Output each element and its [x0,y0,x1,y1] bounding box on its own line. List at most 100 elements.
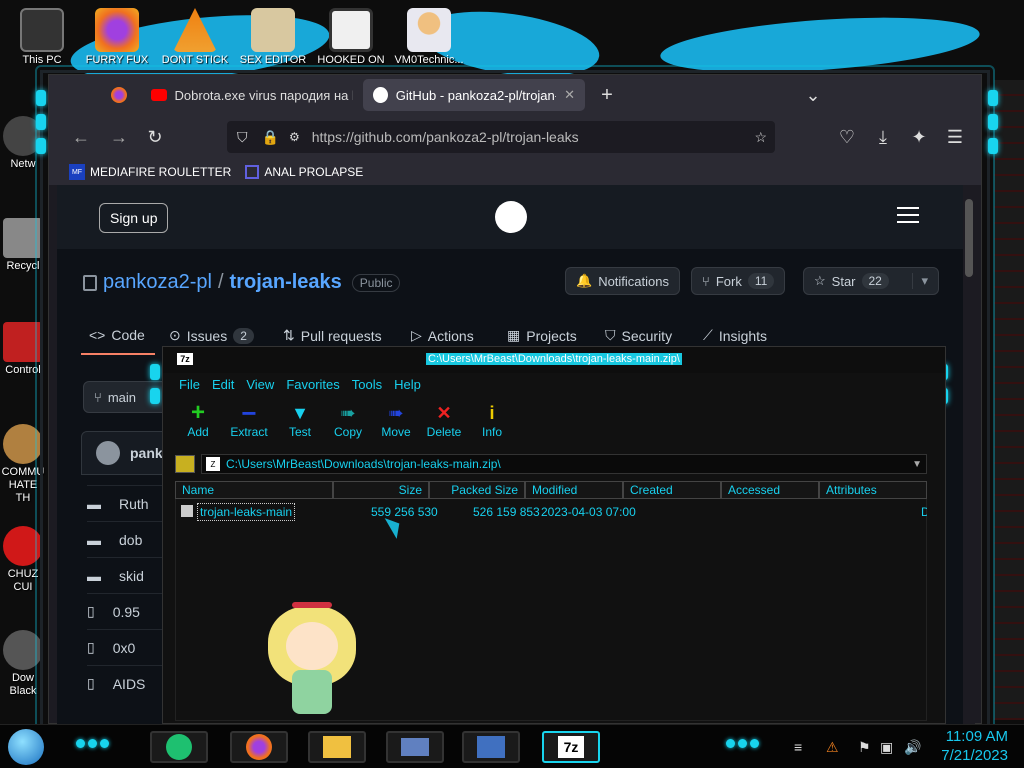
lock-icon[interactable]: 🔒 [262,129,279,146]
column-name[interactable]: Name [175,481,333,499]
menu-file[interactable]: File [179,377,200,397]
taskbar-app-control[interactable] [386,731,444,763]
desktop-icon-dont-stick[interactable]: DONT STICK [155,8,235,66]
start-button[interactable] [8,729,44,765]
network-icon[interactable]: ▣ [880,739,893,756]
new-tab-button[interactable]: + [591,79,623,111]
desktop-icon-this-pc[interactable]: This PC [2,8,82,66]
extract-button[interactable]: − Extract [227,398,271,449]
notifications-button[interactable]: 🔔 Notifications [565,267,680,295]
sticker-headband [292,602,332,608]
taskbar-app-7zip[interactable]: 7z [542,731,600,763]
tab-insights[interactable]: ⟋ Insights [703,327,767,344]
tab-youtube[interactable]: Dobrota.exe virus пародия на k [141,79,363,111]
github-logo-icon[interactable] [495,201,527,233]
sign-up-button[interactable]: Sign up [99,203,169,233]
tab-github[interactable]: GitHub - pankoza2-pl/trojan-le ✕ [363,79,585,111]
pocket-icon[interactable]: ♡ [831,121,863,153]
menu-help[interactable]: Help [394,377,421,397]
add-button[interactable]: + Add [179,399,217,449]
tab-pinned-firefox[interactable] [101,79,141,111]
tab-pull-requests[interactable]: ⇅ Pull requests [283,327,382,344]
firefox-icon [95,8,139,52]
repo-owner-link[interactable]: pankoza2-pl [103,271,212,294]
column-packed-size[interactable]: Packed Size [429,481,525,499]
menu-hamburger-icon[interactable] [897,207,919,223]
column-modified[interactable]: Modified [525,481,623,499]
desktop-icon-furry-fux[interactable]: FURRY FUX [77,8,157,66]
red-app-icon [3,526,43,566]
control-icon [401,738,429,756]
move-button[interactable]: ➠ Move [377,401,415,449]
close-tab-icon[interactable]: ✕ [564,87,575,103]
permissions-icon[interactable]: ⚙ [289,130,300,144]
frame-deco-left [150,364,160,404]
tab-projects[interactable]: ▦ Projects [507,327,577,344]
repo-name-link[interactable]: trojan-leaks [230,271,342,294]
reload-button[interactable]: ↻ [139,121,171,153]
wallpaper-circuit-strip [994,80,1024,720]
column-created[interactable]: Created [623,481,721,499]
taskbar-app-firefox[interactable] [230,731,288,763]
show-hidden-icons[interactable]: ≡ [794,739,802,755]
folder-icon: ▬ [87,567,101,584]
menu-edit[interactable]: Edit [212,377,234,397]
computer-icon [477,736,505,758]
github-icon [373,87,388,103]
url-bar[interactable]: ⛉ 🔒 ⚙ https://github.com/pankoza2-pl/tro… [227,121,775,153]
delete-button[interactable]: ✕ Delete [425,401,463,449]
clock[interactable]: 11:09 AM 7/21/2023 [941,727,1008,765]
table-row[interactable]: trojan-leaks-main 559 256 530 526 159 85… [175,503,927,521]
extensions-icon[interactable]: ✦ [903,121,935,153]
file-icon: ▯ [87,603,95,619]
star-dropdown-icon[interactable]: ▾ [912,273,928,289]
bookmark-anal-prolapse[interactable]: ANAL PROLAPSE [245,165,363,179]
bookmark-star-icon[interactable]: ☆ [754,129,767,146]
sevenzip-icon: 7z [558,736,584,758]
list-tabs-icon[interactable]: ⌄ [797,79,829,111]
fork-button[interactable]: ⑂ Fork 11 [691,267,786,295]
back-button[interactable]: ← [65,121,97,153]
bookmark-mediafire[interactable]: MF MEDIAFIRE ROULETTER [69,164,231,180]
menu-tools[interactable]: Tools [352,377,382,397]
volume-icon[interactable]: 🔊 [904,739,921,756]
repo-icon [83,274,97,291]
taskbar-app-explorer[interactable] [308,731,366,763]
flag-icon[interactable]: ⚑ [858,739,871,756]
menu-favorites[interactable]: Favorites [286,377,339,397]
folder-up-icon[interactable] [175,455,195,473]
tab-code[interactable]: <> Code [89,327,145,343]
test-button[interactable]: ▼ Test [281,401,319,449]
column-size[interactable]: Size [333,481,429,499]
downloads-icon[interactable]: ⤓ [867,121,899,153]
tray-app-icon[interactable]: ⚠ [826,739,839,756]
copy-button[interactable]: ➠ Copy [329,401,367,449]
tab-issues[interactable]: ⊙ Issues 2 [169,327,254,344]
hook-app-icon [329,8,373,52]
menu-hamburger-icon[interactable]: ☰ [939,121,971,153]
scrollbar-thumb[interactable] [965,199,973,277]
column-attributes[interactable]: Attributes [819,481,927,499]
page-scrollbar[interactable] [963,185,975,725]
menu-view[interactable]: View [246,377,274,397]
info-button[interactable]: i Info [473,401,511,449]
shield-icon[interactable]: ⛉ [237,129,248,146]
desktop-icon-hooked-on[interactable]: HOOKED ON [311,8,391,66]
path-field[interactable]: Z C:\Users\MrBeast\Downloads\trojan-leak… [201,454,927,474]
bell-icon: 🔔 [576,273,593,288]
star-button[interactable]: ☆ Star 22 ▾ [803,267,939,295]
sevenzip-menubar: File Edit View Favorites Tools Help [175,377,927,397]
sevenzip-titlebar[interactable]: 7z C:\Users\MrBeast\Downloads\trojan-lea… [163,347,945,373]
desktop-icon-vm0technic[interactable]: VM0Technic... [389,8,469,66]
tab-security[interactable]: ⛉ Security [605,327,672,344]
forward-button[interactable]: → [103,121,135,153]
taskbar-app-notes[interactable] [150,731,208,763]
column-accessed[interactable]: Accessed [721,481,819,499]
dropdown-arrow-icon[interactable]: ▼ [912,459,922,470]
tab-actions[interactable]: ▷ Actions [411,327,474,344]
check-icon: ▼ [291,402,309,423]
sevenzip-toolbar: + Add − Extract ▼ Test ➠ Copy ➠ Move ✕ Delete … [175,398,927,449]
taskbar-app-computer[interactable] [462,731,520,763]
desktop-icon-sex-editor[interactable]: SEX EDITOR [233,8,313,66]
sticker-dress [292,670,332,714]
